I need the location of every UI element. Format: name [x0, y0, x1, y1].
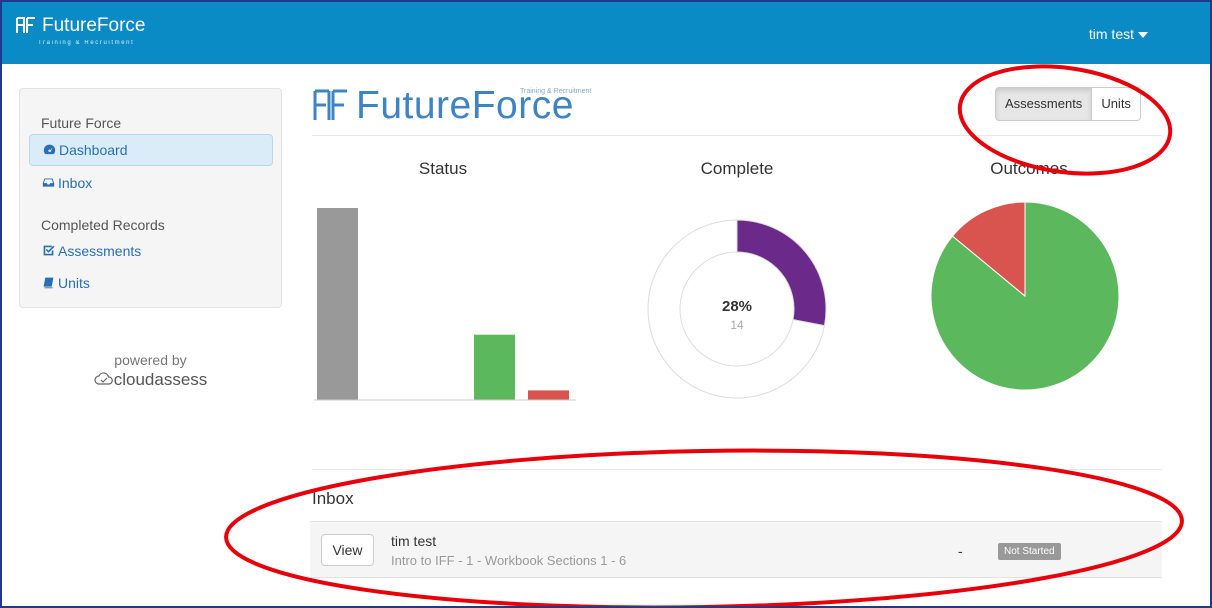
status-badge: Not Started — [998, 543, 1061, 560]
complete-chart: 28%14 — [647, 219, 827, 399]
status-chart-title: Status — [418, 159, 468, 178]
sidebar-heading-completed-records: Completed Records — [41, 217, 165, 233]
user-name: tim test — [1088, 26, 1134, 42]
divider — [312, 469, 1162, 470]
brand-logo[interactable]: FutureForce Training & Recruitment — [16, 15, 146, 46]
complete-chart-title: Complete — [700, 159, 774, 178]
sidebar-item-assessments[interactable]: Assessments — [29, 236, 273, 268]
divider — [312, 135, 1162, 136]
sidebar-item-label: Units — [58, 275, 90, 291]
inbox-row-detail: Intro to IFF - 1 - Workbook Sections 1 -… — [391, 553, 627, 568]
units-toggle-button[interactable]: Units — [1092, 87, 1141, 121]
book-icon — [43, 277, 54, 289]
sidebar-heading-future-force: Future Force — [41, 115, 122, 131]
ff-mark-icon — [16, 16, 36, 39]
user-menu[interactable]: tim test — [1089, 26, 1148, 42]
sidebar-item-label: Inbox — [58, 175, 93, 191]
sidebar-item-label: Assessments — [58, 243, 142, 259]
inbox-icon — [42, 178, 55, 187]
dashboard-icon — [43, 144, 56, 155]
status-chart — [314, 208, 576, 401]
caret-down-icon — [1138, 32, 1148, 39]
outcomes-chart — [930, 201, 1120, 391]
powered-by-label: powered by — [114, 352, 187, 368]
top-navbar: FutureForce Training & Recruitment tim t… — [2, 2, 1210, 64]
sidebar-item-label: Dashboard — [59, 142, 128, 158]
status-bar — [528, 390, 569, 400]
cloudassess-name: cloudassess — [113, 370, 208, 389]
complete-percent: 28% — [722, 298, 752, 315]
status-bar — [474, 334, 515, 400]
sidebar: Future Force Dashboard Inbox Completed R… — [19, 88, 282, 308]
inbox-row: View tim test Intro to IFF - 1 - Workboo… — [310, 521, 1162, 578]
cloud-check-icon — [94, 372, 113, 385]
view-button[interactable]: View — [321, 534, 374, 566]
ff-mark-icon — [313, 89, 347, 120]
checkbox-icon — [43, 245, 55, 256]
app-window: FutureForce Training & Recruitment tim t… — [0, 0, 1212, 608]
inbox-row-name: tim test — [391, 533, 437, 549]
inbox-row-dash: - — [958, 543, 963, 559]
logo-tagline: Training & Recruitment — [520, 88, 592, 95]
sidebar-item-units[interactable]: Units — [29, 268, 273, 300]
brand-tagline: Training & Recruitment — [38, 40, 135, 46]
view-toggle: Assessments Units — [995, 87, 1141, 121]
assessments-toggle-button[interactable]: Assessments — [995, 87, 1093, 121]
complete-count: 14 — [730, 318, 744, 332]
status-bar — [317, 208, 358, 400]
sidebar-item-inbox[interactable]: Inbox — [29, 168, 273, 200]
sidebar-item-dashboard[interactable]: Dashboard — [29, 134, 273, 166]
brand-name: FutureForce — [42, 15, 146, 36]
cloudassess-logo: cloudassess — [19, 370, 282, 390]
outcomes-chart-title: Outcomes — [990, 159, 1068, 178]
inbox-heading: Inbox — [312, 489, 354, 508]
